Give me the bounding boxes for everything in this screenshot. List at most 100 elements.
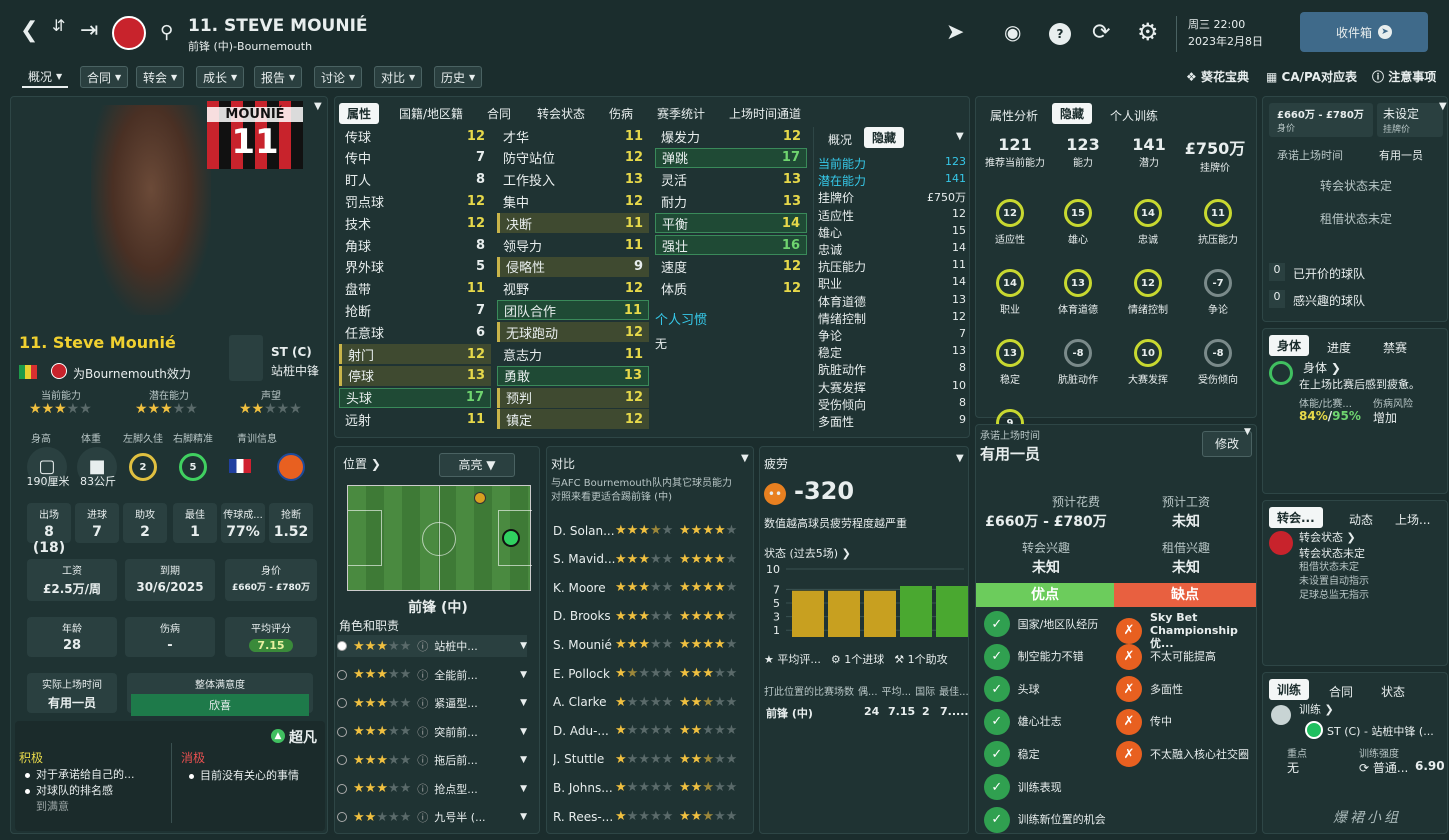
attribute-row[interactable]: 爆发力 12 <box>655 126 807 146</box>
compare-row[interactable]: D. Brooks ★★★★★ ★★★★★ <box>553 609 749 624</box>
attribute-row[interactable]: 耐力 13 <box>655 191 807 211</box>
radio-icon[interactable] <box>337 755 347 765</box>
radio-icon[interactable] <box>337 726 347 737</box>
compare-row[interactable]: J. Stuttle ★★★★★ ★★★★★ <box>553 752 749 767</box>
tab-attr-5[interactable]: 赛季统计 <box>649 103 713 124</box>
attribute-row[interactable]: 工作投入 13 <box>497 170 649 190</box>
attribute-row[interactable]: 灵活 13 <box>655 170 807 190</box>
tab-news[interactable]: 动态 <box>1341 509 1381 530</box>
attribute-row[interactable]: 停球 13 <box>339 365 491 386</box>
tab-attr-4[interactable]: 伤病 <box>601 103 641 124</box>
tab-attr-3[interactable]: 转会状态 <box>529 103 593 124</box>
nav-link-notes[interactable]: ⓘ 注意事项 <box>1372 68 1436 85</box>
attribute-row[interactable]: 传中 7 <box>339 148 491 168</box>
up-down-icon[interactable]: ⇵ <box>52 18 65 34</box>
form-bar[interactable] <box>936 586 968 637</box>
tab-hidden-analysis[interactable]: 隐藏 <box>1052 103 1093 124</box>
form-title[interactable]: 状态 (过去5场) ❯ <box>764 545 851 561</box>
info-icon[interactable]: ⓘ <box>417 809 428 825</box>
nav-menu-7[interactable]: 历史 ▼ <box>434 66 483 88</box>
chevron-down-icon[interactable]: ▼ <box>520 698 527 708</box>
nav-menu-1[interactable]: 合同 ▼ <box>80 66 129 88</box>
back-icon[interactable]: ❮ <box>20 20 38 42</box>
attribute-row[interactable]: 预判 12 <box>497 387 649 408</box>
info-icon[interactable]: ⓘ <box>417 695 428 711</box>
tab-suspension[interactable]: 禁赛 <box>1375 337 1415 358</box>
chevron-down-icon[interactable]: ▼ <box>314 101 322 112</box>
training-title[interactable]: 训练 ❯ <box>1299 701 1334 717</box>
attribute-row[interactable]: 镇定 12 <box>497 409 649 430</box>
tab-transfer-news[interactable]: 转会... <box>1269 507 1323 528</box>
news-title[interactable]: 转会状态 ❯ <box>1299 529 1356 545</box>
info-icon[interactable]: ⓘ <box>417 752 428 768</box>
chevron-down-icon[interactable]: ▼ <box>520 641 527 651</box>
nav-menu-5[interactable]: 讨论 ▼ <box>314 66 363 88</box>
main-position-dot[interactable] <box>502 529 520 547</box>
compare-row[interactable]: B. Johns... ★★★★★ ★★★★★ <box>553 780 749 795</box>
role-row[interactable]: ★★★★★ ⓘ 站桩中... ▼ <box>337 635 527 657</box>
attribute-row[interactable]: 罚点球 12 <box>339 191 491 211</box>
happiness-box[interactable]: 整体满意度 欣喜 <box>127 673 313 716</box>
inbox-button[interactable]: 收件箱 ➤ <box>1300 12 1428 52</box>
form-bar[interactable] <box>900 586 932 637</box>
radio-icon[interactable] <box>337 783 347 794</box>
chevron-down-icon[interactable]: ▼ <box>520 727 527 737</box>
chevron-down-icon[interactable]: ▼ <box>741 453 749 464</box>
compare-row[interactable]: S. Mavid... ★★★★★ ★★★★★ <box>553 552 749 567</box>
radio-icon[interactable] <box>337 641 347 651</box>
info-icon[interactable]: ⓘ <box>417 781 428 797</box>
compare-row[interactable]: A. Clarke ★★★★★ ★★★★★ <box>553 695 749 710</box>
tab-training[interactable]: 训练 <box>1269 679 1310 700</box>
attribute-row[interactable]: 任意球 6 <box>339 322 491 342</box>
attribute-row[interactable]: 平衡 14 <box>655 213 807 234</box>
gear-icon[interactable]: ⚙ <box>1137 20 1159 44</box>
attribute-row[interactable]: 射门 12 <box>339 344 491 364</box>
nav-menu-4[interactable]: 报告 ▼ <box>254 66 303 88</box>
role-row[interactable]: ★★★★★ ⓘ 抢点型... ▼ <box>337 778 527 800</box>
chevron-down-icon[interactable]: ▼ <box>1439 101 1447 112</box>
role-row[interactable]: ★★★★★ ⓘ 拖后前... ▼ <box>337 749 527 771</box>
attribute-row[interactable]: 决断 11 <box>497 213 649 234</box>
tab-attr-1[interactable]: 国籍/地区籍 <box>391 103 471 124</box>
compare-row[interactable]: R. Rees-... ★★★★★ ★★★★★ <box>553 809 749 824</box>
attribute-row[interactable]: 集中 12 <box>497 191 649 211</box>
position-title[interactable]: 位置 ❯ <box>343 455 381 472</box>
info-icon[interactable]: ⓘ <box>417 638 428 654</box>
attribute-row[interactable]: 体质 12 <box>655 279 807 299</box>
compare-row[interactable]: K. Moore ★★★★★ ★★★★★ <box>553 580 749 595</box>
attribute-row[interactable]: 防守站位 12 <box>497 148 649 168</box>
attribute-row[interactable]: 界外球 5 <box>339 257 491 277</box>
attribute-row[interactable]: 无球跑动 12 <box>497 322 649 343</box>
tab-progress[interactable]: 进度 <box>1319 337 1359 358</box>
france-flag-icon[interactable] <box>229 459 251 473</box>
club-badge-icon[interactable] <box>112 16 146 50</box>
tab-attr-2[interactable]: 合同 <box>479 103 519 124</box>
tab-attr-6[interactable]: 上场时间通道 <box>721 103 809 124</box>
tab-body[interactable]: 身体 <box>1269 335 1310 356</box>
attribute-row[interactable]: 速度 12 <box>655 257 807 277</box>
form-bar[interactable] <box>792 590 824 637</box>
compare-row[interactable]: S. Mounié ★★★★★ ★★★★★ <box>553 637 749 652</box>
interest-link[interactable]: 感兴趣的球队 <box>1293 292 1365 309</box>
tab-overview[interactable]: 概况 <box>820 129 860 150</box>
nav-link-ca-pa[interactable]: ▦ CA/PA对应表 <box>1266 68 1357 85</box>
attribute-row[interactable]: 头球 17 <box>339 387 491 408</box>
role-row[interactable]: ★★★★★ ⓘ 紧逼型... ▼ <box>337 692 527 714</box>
tab-attr-0[interactable]: 属性 <box>339 103 380 124</box>
compare-row[interactable]: D. Adu-... ★★★★★ ★★★★★ <box>553 723 749 738</box>
info-icon[interactable]: ⓘ <box>417 667 428 683</box>
chevron-down-icon[interactable]: ▼ <box>520 784 527 794</box>
attribute-row[interactable]: 才华 11 <box>497 126 649 146</box>
info-icon[interactable]: ⓘ <box>417 724 428 740</box>
attribute-row[interactable]: 盘带 11 <box>339 279 491 299</box>
attribute-row[interactable]: 角球 8 <box>339 235 491 255</box>
radio-icon[interactable] <box>337 812 347 822</box>
attribute-row[interactable]: 技术 12 <box>339 213 491 233</box>
offers-link[interactable]: 已开价的球队 <box>1293 265 1365 282</box>
chevron-down-icon[interactable]: ▼ <box>1244 427 1251 437</box>
attribute-row[interactable]: 勇敢 13 <box>497 365 649 386</box>
asking-box[interactable]: 未设定 挂牌价 <box>1377 103 1443 137</box>
help-icon[interactable]: ? <box>1049 23 1071 45</box>
refresh-icon[interactable]: ⟳ <box>1092 22 1110 44</box>
attribute-row[interactable]: 盯人 8 <box>339 170 491 190</box>
